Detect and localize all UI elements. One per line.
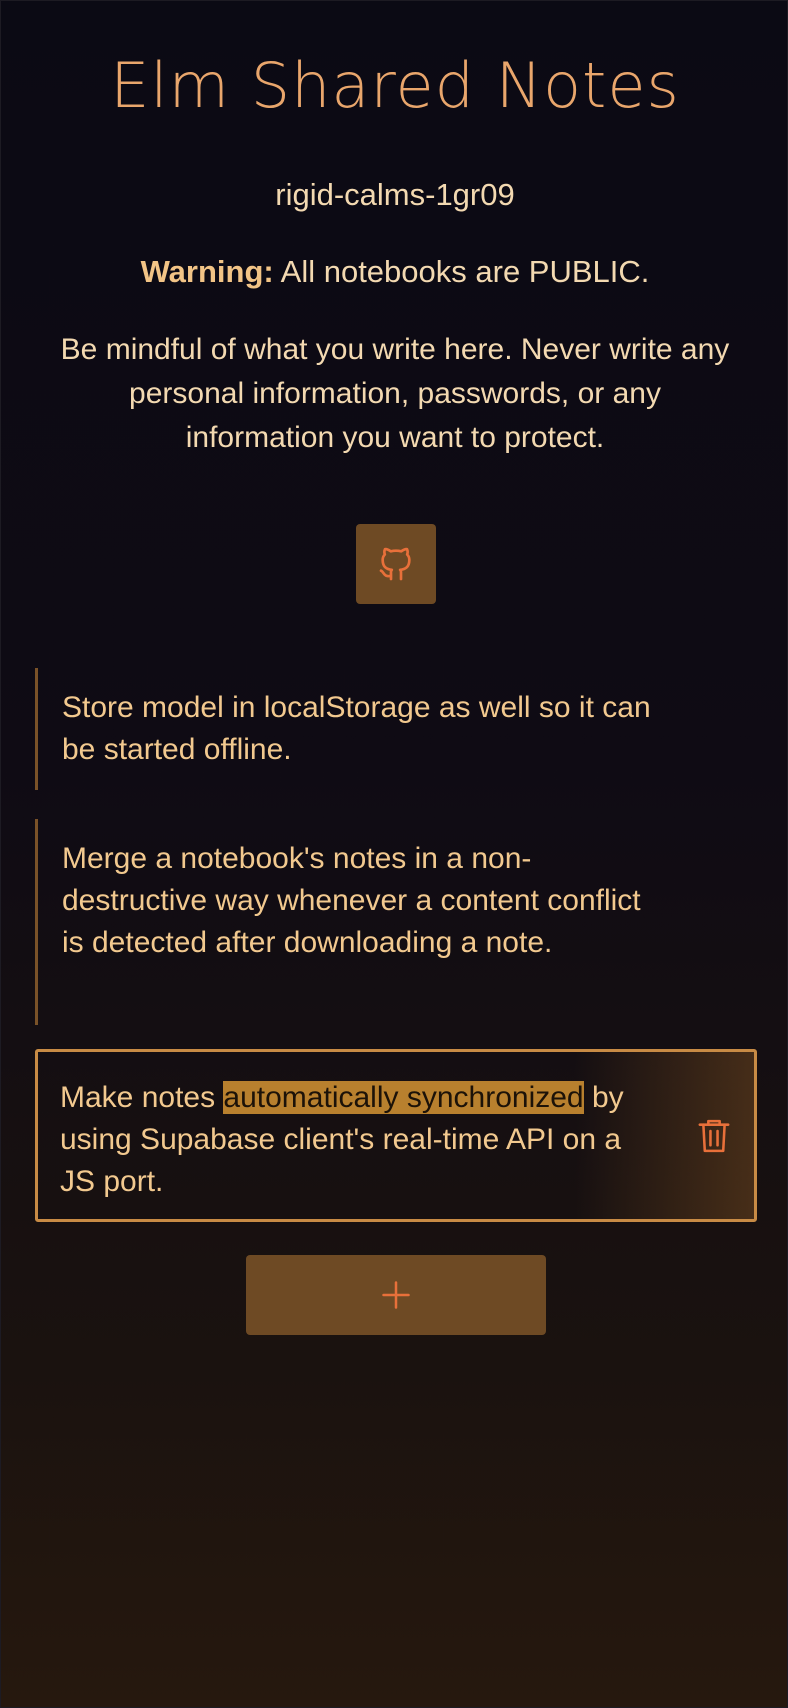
note-text[interactable]: Merge a notebook's notes in a non-destru…: [62, 838, 652, 964]
public-warning: Warning: All notebooks are PUBLIC.: [1, 254, 788, 290]
warning-label: Warning:: [140, 254, 274, 289]
warning-text: All notebooks are PUBLIC.: [273, 254, 650, 289]
note-item-selected[interactable]: Make notes automatically synchronized by…: [35, 1049, 757, 1222]
note-text-selection: automatically synchronized: [223, 1081, 584, 1114]
plus-icon: [382, 1281, 410, 1309]
note-text[interactable]: Store model in localStorage as well so i…: [62, 687, 652, 771]
note-item[interactable]: Store model in localStorage as well so i…: [35, 668, 755, 790]
delete-note-button[interactable]: [694, 1116, 734, 1156]
app-page: Elm Shared Notes rigid-calms-1gr09 Warni…: [0, 0, 788, 1708]
add-note-button[interactable]: [246, 1255, 546, 1335]
note-item[interactable]: Merge a notebook's notes in a non-destru…: [35, 819, 755, 1025]
github-icon: [379, 547, 411, 581]
privacy-notice: Be mindful of what you write here. Never…: [60, 333, 730, 454]
app-title: Elm Shared Notes: [110, 49, 680, 122]
trash-icon: [698, 1119, 730, 1153]
note-text-before: Make notes: [60, 1081, 224, 1114]
github-button[interactable]: [356, 524, 436, 604]
notebook-id: rigid-calms-1gr09: [275, 177, 515, 212]
note-text[interactable]: Make notes automatically synchronized by…: [60, 1077, 650, 1203]
